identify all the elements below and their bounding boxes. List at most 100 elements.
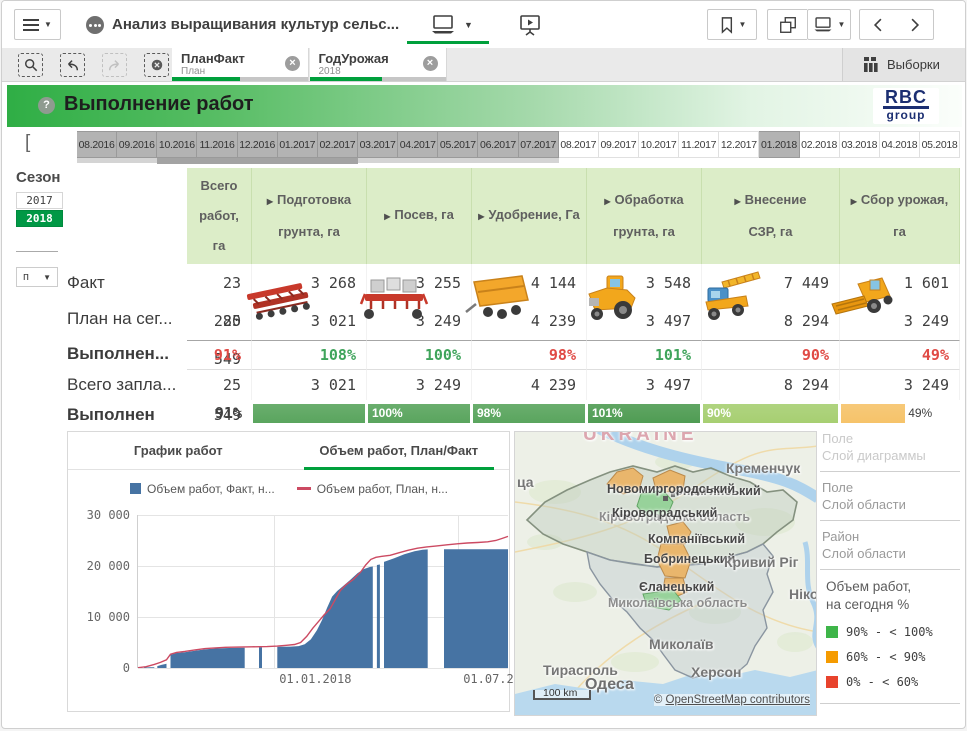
regions-map[interactable]: UKRAINEКременчукЗнам'янськийНовомиргород… bbox=[514, 431, 817, 716]
sheet-chevron-down-icon[interactable]: ▼ bbox=[464, 20, 473, 30]
map-label: Кременчук bbox=[726, 460, 800, 476]
filter-tab-ГодУрожая[interactable]: ГодУрожая2018× bbox=[310, 48, 447, 81]
map-label: Єланецький bbox=[639, 580, 714, 594]
season-option-2018[interactable]: 2018 bbox=[16, 210, 63, 227]
duplicate-sheet-button[interactable] bbox=[767, 9, 807, 40]
month-cell-05.2017[interactable]: 05.2017 bbox=[438, 131, 478, 158]
month-cell-12.2017[interactable]: 12.2017 bbox=[719, 131, 759, 158]
fact-area-segment[interactable] bbox=[377, 565, 380, 669]
sheet-list-button[interactable]: ▼ bbox=[807, 9, 851, 40]
main-menu-button[interactable]: ▼ bbox=[14, 9, 61, 40]
expand-arrow-icon[interactable]: ▶ bbox=[604, 197, 610, 206]
month-cell-11.2017[interactable]: 11.2017 bbox=[679, 131, 719, 158]
pct-bar-cell: 90% bbox=[702, 400, 840, 428]
expand-arrow-icon[interactable]: ▶ bbox=[478, 212, 484, 221]
selections-tool-button[interactable]: Выборки bbox=[842, 48, 966, 81]
fact-area-segment[interactable] bbox=[259, 647, 262, 668]
volume-area-chart[interactable] bbox=[138, 515, 510, 668]
mini-filter-label: п bbox=[23, 271, 29, 283]
column-header[interactable]: ▶Подготовкагрунта, га bbox=[252, 168, 367, 264]
fact-area-segment[interactable] bbox=[444, 549, 508, 668]
filter-tab-name: ПланФакт bbox=[181, 51, 245, 66]
season-filter-title: Сезон bbox=[16, 169, 60, 186]
month-cell-01.2018[interactable]: 01.2018 bbox=[759, 131, 799, 158]
search-icon bbox=[24, 58, 38, 72]
osm-link[interactable]: OpenStreetMap contributors bbox=[666, 694, 810, 706]
smart-search-button[interactable] bbox=[18, 53, 43, 77]
month-cell-09.2016[interactable]: 09.2016 bbox=[117, 131, 157, 158]
expand-arrow-icon[interactable]: ▶ bbox=[384, 212, 390, 221]
help-icon[interactable]: ? bbox=[38, 97, 55, 114]
column-header[interactable]: ▶Посев, га bbox=[367, 168, 472, 264]
month-cell-06.2017[interactable]: 06.2017 bbox=[478, 131, 518, 158]
map-label: Бобринецький bbox=[644, 552, 735, 566]
filter-tab-ПланФакт[interactable]: ПланФактПлан× bbox=[172, 48, 309, 81]
fact-area-segment[interactable] bbox=[157, 664, 166, 668]
panel-field-0[interactable]: ПолеСлой диаграммы bbox=[820, 431, 960, 463]
chart-tabs: График работОбъем работ, План/Факт bbox=[68, 432, 509, 470]
expand-arrow-icon[interactable]: ▶ bbox=[851, 197, 857, 206]
fact-area-segment[interactable] bbox=[277, 567, 373, 669]
month-cell-08.2016[interactable]: 08.2016 bbox=[77, 131, 117, 158]
header-line: ▶Удобрение, Га bbox=[478, 200, 580, 232]
month-cell-11.2016[interactable]: 11.2016 bbox=[197, 131, 237, 158]
month-cell-09.2017[interactable]: 09.2017 bbox=[599, 131, 639, 158]
month-cell-10.2017[interactable]: 10.2017 bbox=[639, 131, 679, 158]
fact-area-segment[interactable] bbox=[384, 549, 428, 668]
step-forward-button[interactable] bbox=[102, 53, 127, 77]
map-legend-title: Объем работ, bbox=[826, 578, 960, 596]
column-header[interactable]: ▶Обработкагрунта, га bbox=[587, 168, 702, 264]
month-cell-03.2017[interactable]: 03.2017 bbox=[358, 131, 398, 158]
month-cell-02.2017[interactable]: 02.2017 bbox=[318, 131, 358, 158]
clear-selections-button[interactable] bbox=[144, 53, 169, 77]
chart-tab-1[interactable]: Объем работ, План/Факт bbox=[289, 432, 510, 469]
scale-label: 100 km bbox=[543, 687, 577, 699]
chart-container: График работОбъем работ, План/Факт Объем… bbox=[67, 431, 510, 712]
fact-area-segment[interactable] bbox=[171, 648, 245, 668]
bar-wrap: 90% bbox=[702, 404, 840, 423]
map-label: Миколаїв bbox=[649, 636, 714, 652]
prev-sheet-button[interactable] bbox=[859, 9, 897, 40]
column-header[interactable]: ▶ВнесениеСЗР, га bbox=[702, 168, 840, 264]
y-tick-label: 10 000 bbox=[74, 610, 130, 624]
header-line: Всего bbox=[200, 171, 237, 201]
month-cell-08.2017[interactable]: 08.2017 bbox=[559, 131, 599, 158]
chart-tab-0[interactable]: График работ bbox=[68, 432, 289, 469]
header-line: га bbox=[893, 217, 906, 247]
month-cell-12.2016[interactable]: 12.2016 bbox=[238, 131, 278, 158]
month-cell-04.2017[interactable]: 04.2017 bbox=[398, 131, 438, 158]
month-cell-05.2018[interactable]: 05.2018 bbox=[920, 131, 960, 158]
panel-field-2[interactable]: РайонСлой области bbox=[820, 529, 960, 561]
next-sheet-button[interactable] bbox=[896, 9, 934, 40]
mini-filter-dropdown[interactable]: п ▼ bbox=[16, 267, 58, 287]
season-option-2017[interactable]: 2017 bbox=[16, 192, 63, 209]
expand-arrow-icon[interactable]: ▶ bbox=[267, 197, 273, 206]
expand-arrow-icon[interactable]: ▶ bbox=[735, 197, 741, 206]
month-cell-07.2017[interactable]: 07.2017 bbox=[519, 131, 559, 158]
close-icon[interactable]: × bbox=[285, 56, 300, 71]
bookmarks-button[interactable]: ▼ bbox=[707, 9, 757, 40]
selections-label: Выборки bbox=[887, 57, 940, 72]
combine-icon bbox=[830, 268, 902, 330]
column-header[interactable]: ▶Сбор урожая,га bbox=[840, 168, 960, 264]
month-cell-10.2016[interactable]: 10.2016 bbox=[157, 131, 197, 158]
month-cell-02.2018[interactable]: 02.2018 bbox=[800, 131, 840, 158]
column-header[interactable]: Всегоработ,га bbox=[187, 168, 252, 264]
undo-arrow-icon bbox=[65, 58, 80, 72]
pct-bar-cell: 100% bbox=[367, 400, 472, 428]
month-cell-03.2018[interactable]: 03.2018 bbox=[840, 131, 880, 158]
step-back-button[interactable] bbox=[60, 53, 85, 77]
pct-today-value: 101% bbox=[587, 340, 702, 370]
close-icon[interactable]: × bbox=[423, 56, 438, 71]
month-cell-01.2017[interactable]: 01.2017 bbox=[278, 131, 318, 158]
pct-today-value: 90% bbox=[702, 340, 840, 370]
month-cell-04.2018[interactable]: 04.2018 bbox=[880, 131, 920, 158]
timeline-collapse-handle[interactable]: [ bbox=[25, 132, 30, 154]
sheet-button[interactable] bbox=[430, 14, 456, 40]
plan-total-value: 4 239 bbox=[472, 370, 587, 400]
presentation-button[interactable] bbox=[518, 14, 542, 41]
panel-field-1[interactable]: ПолеСлой области bbox=[820, 480, 960, 512]
map-legend-item-0: 90% - < 100% bbox=[826, 625, 960, 639]
column-header[interactable]: ▶Удобрение, Га bbox=[472, 168, 587, 264]
app-options-icon[interactable] bbox=[86, 16, 104, 34]
